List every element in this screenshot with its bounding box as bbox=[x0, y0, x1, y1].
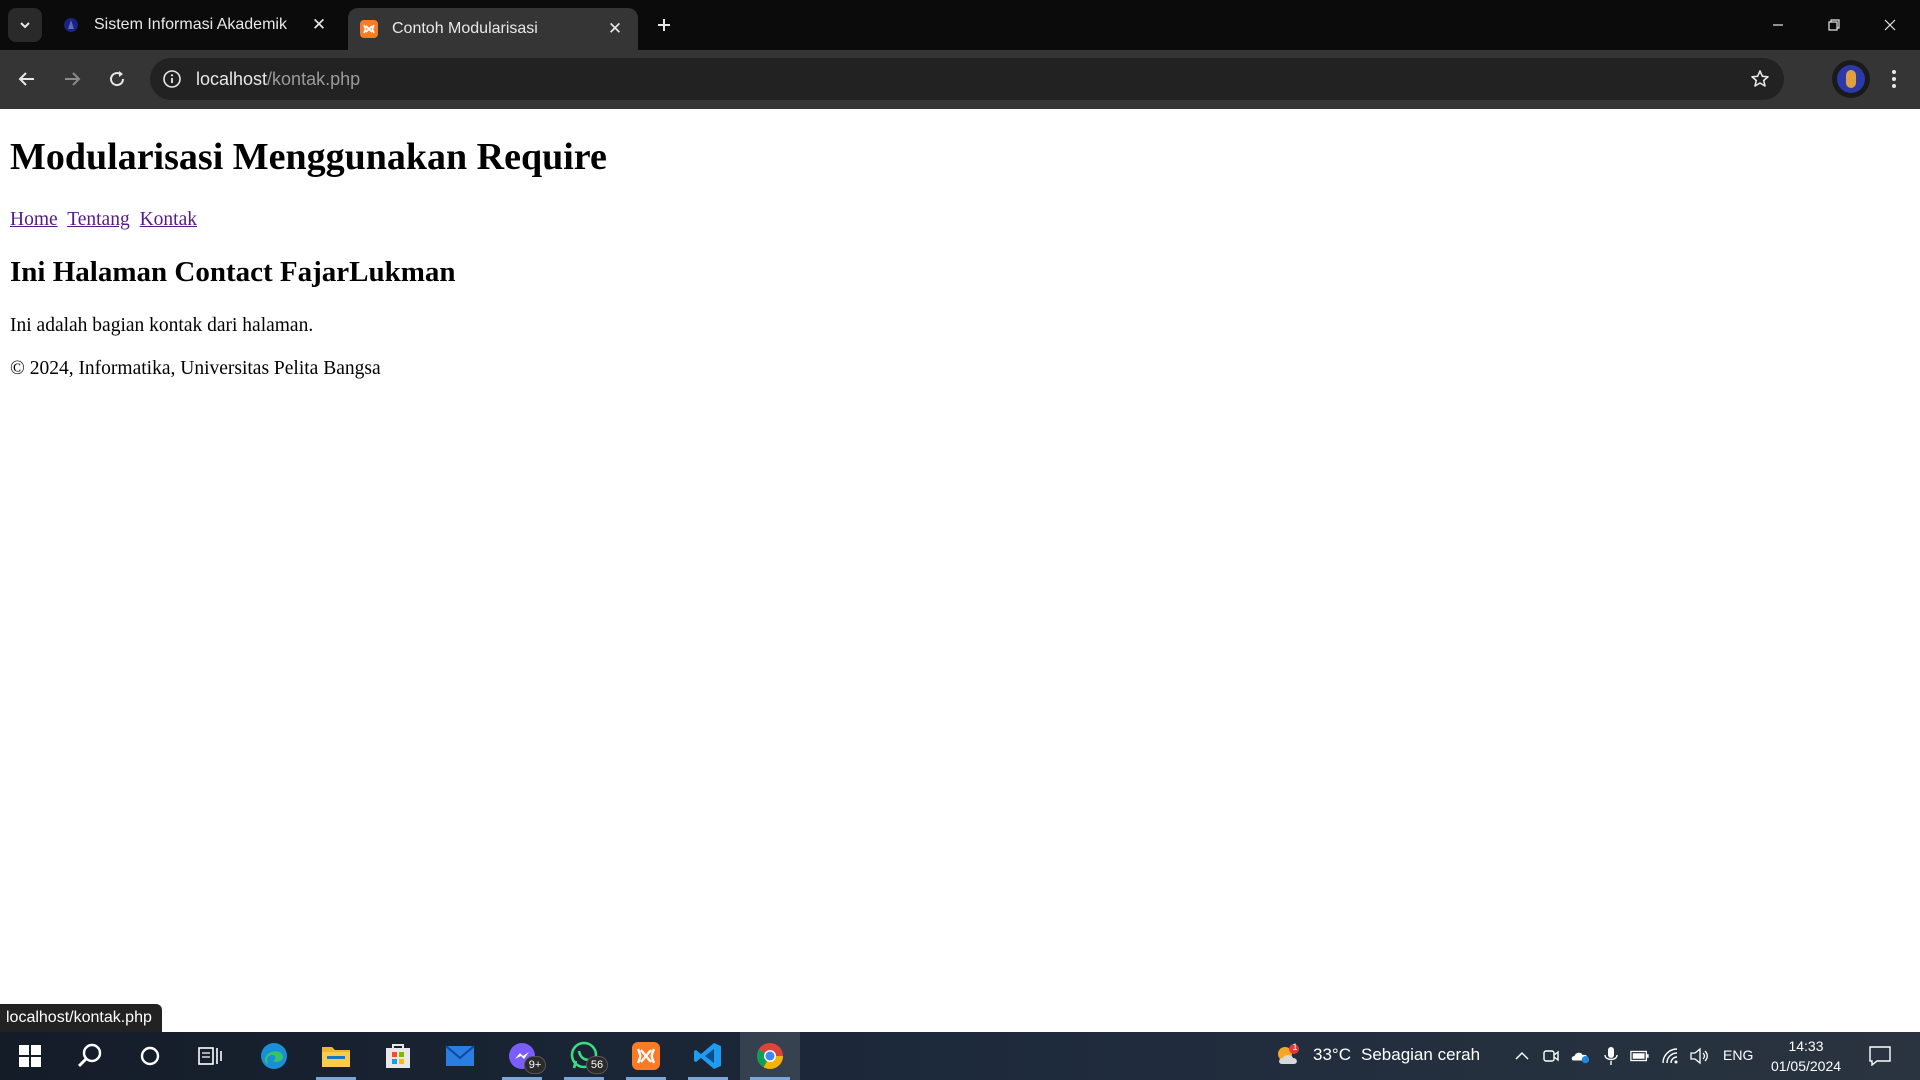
xampp-icon bbox=[360, 20, 378, 38]
notification-badge: 56 bbox=[586, 1056, 608, 1074]
task-view-button[interactable] bbox=[180, 1032, 240, 1080]
onedrive-icon[interactable] bbox=[1570, 1046, 1590, 1066]
show-hidden-icons-button[interactable] bbox=[1512, 1046, 1532, 1066]
cortana-icon bbox=[140, 1046, 160, 1066]
taskbar-file-explorer[interactable] bbox=[306, 1032, 366, 1080]
url-host: localhost bbox=[196, 68, 268, 89]
volume-icon[interactable] bbox=[1689, 1046, 1709, 1066]
arrow-right-icon bbox=[65, 72, 81, 86]
taskbar-messenger[interactable]: 9+ bbox=[492, 1032, 552, 1080]
file-explorer-icon bbox=[322, 1047, 350, 1067]
url-path: /kontak.php bbox=[267, 68, 361, 89]
weather-condition[interactable]: Sebagian cerah bbox=[1361, 1045, 1480, 1065]
taskbar-whatsapp[interactable]: 56 bbox=[554, 1032, 614, 1080]
xampp-icon bbox=[632, 1042, 660, 1070]
windows-taskbar: 9+ 56 1 33°C Sebagian cerah ENG 14:33 01… bbox=[0, 1032, 1920, 1080]
edge-icon bbox=[261, 1043, 287, 1069]
tab-sistem-informasi-akademik[interactable]: Sistem Informasi Akademik ✕ bbox=[50, 10, 342, 40]
start-button[interactable] bbox=[0, 1032, 60, 1080]
weather-temperature[interactable]: 33°C bbox=[1313, 1045, 1351, 1065]
chrome-icon bbox=[756, 1043, 784, 1070]
section-heading: Ini Halaman Contact FajarLukman bbox=[10, 256, 456, 288]
weather-alert-count: 1 bbox=[1292, 1042, 1298, 1052]
page-footer: © 2024, Informatika, Universitas Pelita … bbox=[10, 358, 381, 379]
arrow-left-icon bbox=[18, 72, 34, 86]
task-view-icon bbox=[198, 1047, 222, 1065]
restore-icon bbox=[1828, 19, 1840, 31]
taskbar-mail[interactable] bbox=[430, 1032, 490, 1080]
address-bar[interactable]: localhost/kontak.php bbox=[150, 58, 1784, 100]
reload-icon bbox=[110, 71, 125, 87]
search-button[interactable] bbox=[60, 1032, 120, 1080]
minimize-button[interactable] bbox=[1750, 0, 1806, 50]
minimize-icon bbox=[1773, 24, 1783, 26]
tab-title: Sistem Informasi Akademik bbox=[94, 16, 287, 33]
search-icon bbox=[77, 1043, 102, 1068]
university-logo-icon bbox=[62, 16, 80, 34]
browser-menu-button[interactable] bbox=[1880, 63, 1908, 95]
tab-search-button[interactable] bbox=[8, 8, 42, 42]
link-status-bubble: localhost/kontak.php bbox=[0, 1004, 162, 1032]
action-center-button[interactable] bbox=[1868, 1044, 1892, 1068]
taskbar-microsoft-store[interactable] bbox=[368, 1032, 428, 1080]
nav-link-home[interactable]: Home bbox=[10, 209, 58, 230]
taskbar-edge[interactable] bbox=[244, 1032, 304, 1080]
microsoft-store-icon bbox=[386, 1044, 410, 1068]
tab-contoh-modularisasi[interactable]: Contoh Modularisasi ✕ bbox=[348, 8, 638, 50]
weather-icon[interactable]: 1 bbox=[1274, 1042, 1302, 1070]
nav-link-tentang[interactable]: Tentang bbox=[67, 209, 130, 230]
page-nav: Home Tentang Kontak bbox=[10, 209, 202, 231]
notification-badge: 9+ bbox=[524, 1056, 546, 1074]
clock[interactable]: 14:33 01/05/2024 bbox=[1758, 1036, 1854, 1076]
section-text: Ini adalah bagian kontak dari halaman. bbox=[10, 315, 314, 336]
chevron-up-icon bbox=[1515, 1051, 1529, 1060]
language-indicator[interactable]: ENG bbox=[1723, 1047, 1753, 1063]
wifi-icon[interactable] bbox=[1661, 1046, 1681, 1066]
mail-icon bbox=[445, 1045, 475, 1066]
browser-toolbar: localhost/kontak.php bbox=[0, 50, 1920, 109]
back-button[interactable] bbox=[11, 63, 43, 95]
avatar-image bbox=[1837, 65, 1865, 93]
nav-link-kontak[interactable]: Kontak bbox=[140, 209, 197, 230]
profile-avatar[interactable] bbox=[1832, 60, 1870, 98]
browser-tab-strip: Sistem Informasi Akademik ✕ Contoh Modul… bbox=[0, 0, 1920, 50]
close-icon bbox=[1884, 19, 1896, 31]
forward-button[interactable] bbox=[56, 63, 88, 95]
address-url: localhost/kontak.php bbox=[196, 69, 360, 90]
notification-icon bbox=[1869, 1046, 1891, 1066]
windows-logo-icon bbox=[19, 1045, 41, 1067]
more-vertical-icon bbox=[1892, 70, 1896, 88]
clock-date: 01/05/2024 bbox=[1770, 1058, 1842, 1074]
chevron-down-icon bbox=[20, 22, 30, 29]
meet-now-icon[interactable] bbox=[1541, 1046, 1561, 1066]
new-tab-button[interactable] bbox=[650, 11, 678, 39]
cortana-button[interactable] bbox=[120, 1032, 180, 1080]
vscode-icon bbox=[694, 1043, 721, 1069]
restore-button[interactable] bbox=[1806, 0, 1862, 50]
page-title: Modularisasi Menggunakan Require bbox=[10, 136, 607, 178]
site-info-icon[interactable] bbox=[160, 67, 184, 91]
close-tab-icon[interactable]: ✕ bbox=[604, 18, 626, 40]
reload-button[interactable] bbox=[101, 63, 133, 95]
tab-title: Contoh Modularisasi bbox=[392, 20, 538, 37]
battery-icon[interactable] bbox=[1630, 1046, 1650, 1066]
close-window-button[interactable] bbox=[1862, 0, 1918, 50]
close-tab-icon[interactable]: ✕ bbox=[308, 14, 330, 36]
microphone-icon[interactable] bbox=[1601, 1046, 1621, 1066]
plus-icon bbox=[658, 19, 670, 31]
bookmark-star-icon[interactable] bbox=[1748, 67, 1772, 91]
clock-time: 14:33 bbox=[1788, 1038, 1824, 1054]
taskbar-chrome[interactable] bbox=[740, 1032, 800, 1080]
taskbar-xampp[interactable] bbox=[616, 1032, 676, 1080]
taskbar-vscode[interactable] bbox=[678, 1032, 738, 1080]
